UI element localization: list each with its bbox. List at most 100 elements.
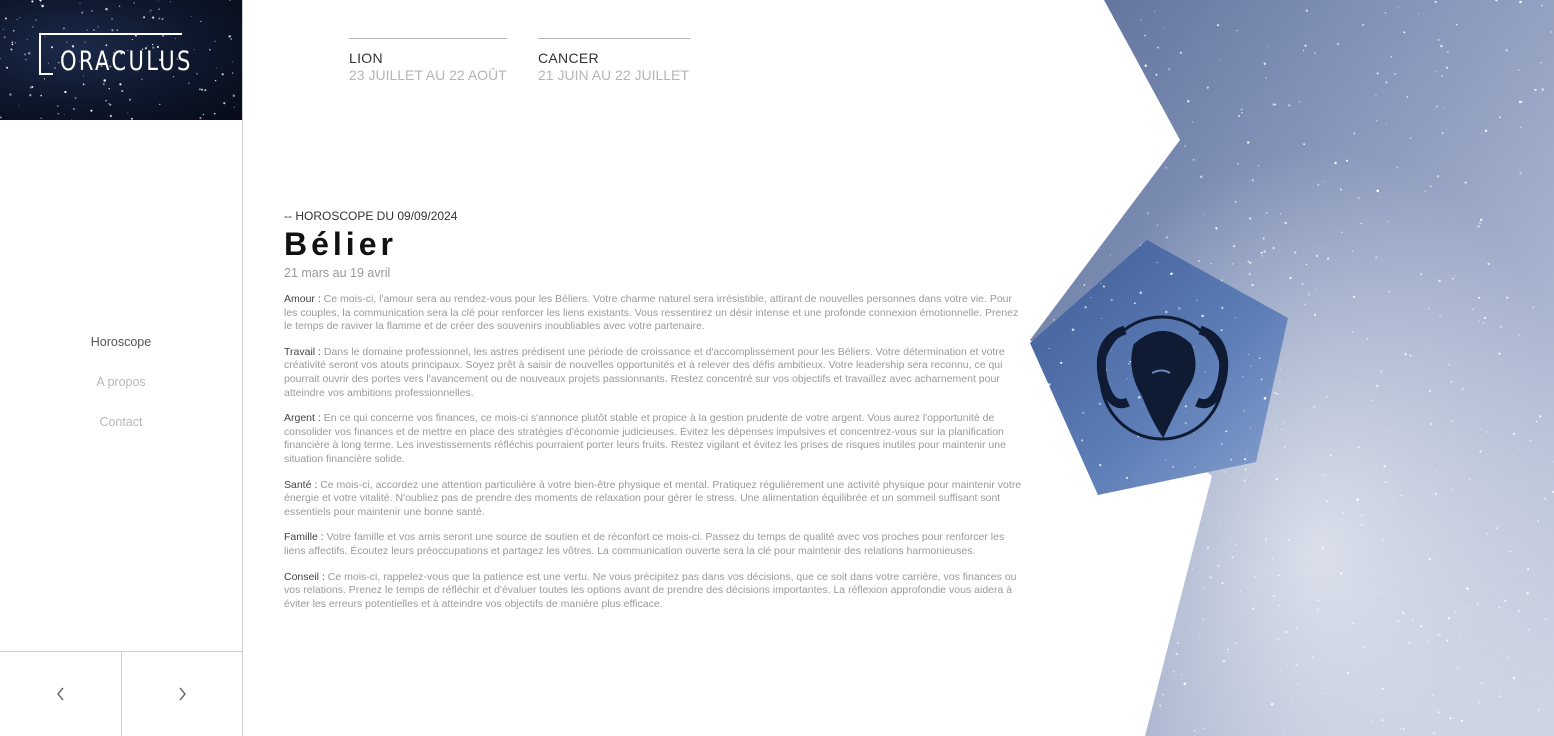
star	[1505, 49, 1509, 52]
star	[1149, 121, 1151, 124]
star	[1366, 338, 1369, 340]
star	[118, 5, 121, 7]
section-text: Ce mois-ci, l'amour sera au rendez-vous …	[284, 293, 1019, 333]
star	[1518, 100, 1522, 104]
star	[1242, 376, 1244, 378]
star	[108, 102, 110, 105]
star	[1487, 262, 1490, 266]
next-sign-button[interactable]	[121, 652, 242, 736]
star	[1430, 422, 1433, 426]
star	[1402, 727, 1406, 730]
logo[interactable]: ORACULUS	[0, 0, 242, 120]
star	[1129, 139, 1132, 143]
star	[1158, 484, 1162, 487]
star	[1156, 224, 1159, 226]
star	[1362, 645, 1365, 649]
star	[1512, 432, 1516, 435]
star	[1125, 476, 1128, 479]
star	[1352, 132, 1356, 135]
star	[1189, 543, 1191, 545]
star	[228, 35, 231, 38]
star	[1526, 592, 1529, 595]
star	[1313, 405, 1316, 409]
star	[1380, 196, 1382, 198]
star	[1400, 494, 1403, 497]
star	[1407, 107, 1409, 109]
star	[1285, 630, 1288, 634]
star	[232, 72, 234, 74]
star	[1131, 73, 1133, 75]
star	[97, 26, 99, 28]
previous-sign-button[interactable]	[0, 652, 121, 736]
star	[1428, 557, 1431, 561]
star	[79, 2, 81, 4]
star	[1139, 244, 1142, 246]
star	[1182, 299, 1184, 301]
star	[1376, 72, 1379, 75]
star	[64, 114, 65, 116]
star	[1477, 320, 1480, 323]
star	[1316, 608, 1320, 611]
star	[1244, 458, 1247, 461]
star	[1265, 211, 1268, 215]
star	[1183, 341, 1185, 343]
star	[1438, 633, 1440, 636]
nav-item-a-propos[interactable]: A propos	[0, 373, 242, 413]
main-nav: Horoscope A propos Contact	[0, 333, 242, 453]
star	[1225, 430, 1228, 433]
star	[1517, 610, 1520, 613]
sign-tab-cancer[interactable]: CANCER 21 JUIN AU 22 JUILLET	[538, 38, 690, 83]
star	[159, 103, 161, 106]
star	[1100, 283, 1102, 284]
star	[1167, 376, 1170, 378]
star	[1483, 316, 1487, 320]
star	[1471, 308, 1474, 310]
star	[1394, 73, 1396, 75]
star	[1381, 719, 1384, 722]
section-famille: Famille : Votre famille et vos amis sero…	[284, 531, 1026, 558]
star	[56, 105, 59, 107]
star	[1172, 670, 1175, 673]
star	[1140, 540, 1143, 543]
star	[1381, 687, 1384, 690]
star	[1428, 307, 1430, 310]
star	[1140, 19, 1142, 21]
star	[232, 94, 236, 98]
star	[1235, 544, 1237, 545]
star	[1315, 254, 1318, 258]
nav-item-contact[interactable]: Contact	[0, 413, 242, 453]
star	[1518, 334, 1520, 336]
star	[1160, 662, 1162, 664]
star	[1411, 619, 1414, 622]
star	[128, 98, 132, 101]
nav-item-horoscope[interactable]: Horoscope	[0, 333, 242, 373]
star	[1520, 126, 1522, 128]
star	[1249, 261, 1252, 264]
star	[1110, 298, 1113, 302]
section-label: Famille :	[284, 531, 324, 544]
star	[1136, 322, 1138, 325]
star	[200, 20, 202, 23]
star	[1306, 575, 1308, 576]
star	[32, 26, 34, 28]
star	[1437, 38, 1440, 42]
sign-tab-name: LION	[349, 50, 383, 66]
star	[1250, 365, 1252, 367]
star	[1157, 538, 1160, 541]
star	[199, 117, 202, 120]
star	[1449, 706, 1450, 708]
star	[91, 10, 93, 12]
star	[1452, 520, 1454, 522]
star	[1251, 283, 1254, 287]
star	[121, 90, 124, 92]
star	[1262, 237, 1265, 240]
star	[202, 113, 205, 116]
star	[1353, 381, 1355, 383]
star	[1450, 380, 1453, 383]
star	[72, 107, 75, 110]
star	[26, 38, 28, 40]
star	[1385, 123, 1387, 125]
sign-tab-lion[interactable]: LION 23 JUILLET AU 22 AOÛT	[349, 38, 507, 83]
star	[1191, 121, 1194, 123]
section-label: Amour :	[284, 293, 321, 305]
